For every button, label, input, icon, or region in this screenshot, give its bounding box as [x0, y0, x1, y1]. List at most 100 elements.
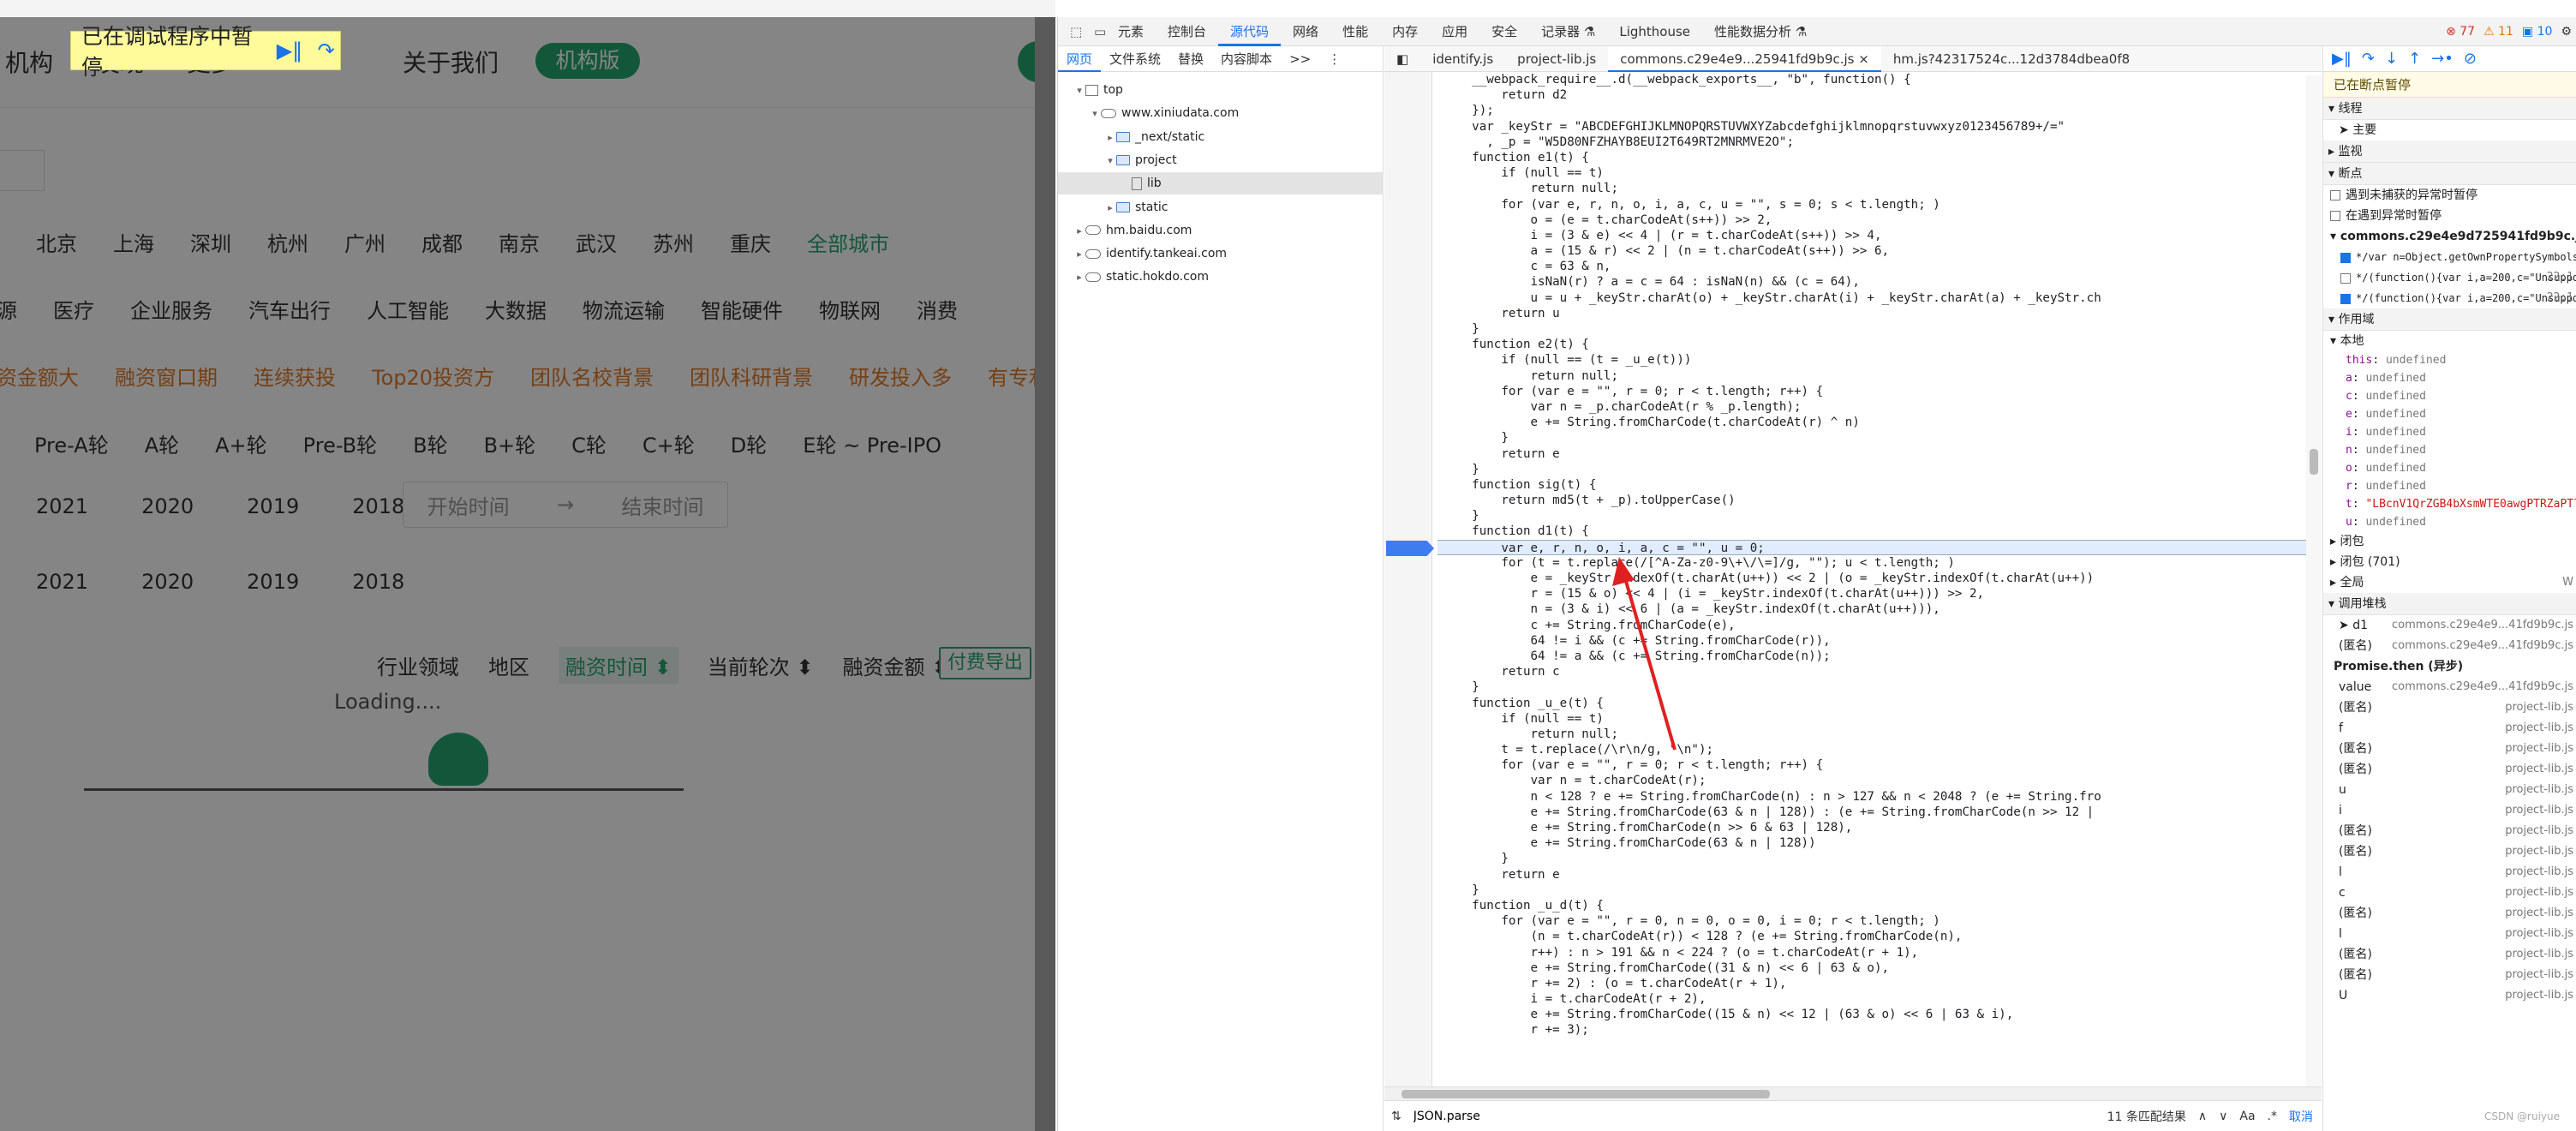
code-line[interactable]: return md5(t + _p).toUpperCase(): [1437, 493, 2320, 508]
scope-variable[interactable]: e: undefined: [2323, 405, 2576, 423]
code-line[interactable]: , _p = "W5D80NFZHAYB8EUI2T649RT2MNRMVE2O…: [1437, 135, 2320, 150]
tree-node[interactable]: ▾ project: [1058, 149, 1384, 171]
editor-vscroll[interactable]: [2306, 75, 2322, 1086]
devtools-tab[interactable]: 网络: [1281, 17, 1330, 46]
call-frame[interactable]: Promise.then (异步): [2323, 656, 2576, 677]
call-frame[interactable]: f project-lib.js: [2323, 718, 2576, 739]
pause-caught-option[interactable]: 在遇到异常时暂停: [2323, 206, 2576, 226]
tree-node[interactable]: ▾ top: [1058, 79, 1384, 101]
code-line[interactable]: }: [1437, 430, 2320, 446]
code-line[interactable]: if (null == (t = _u_e(t))): [1437, 352, 2320, 368]
checkbox[interactable]: [2330, 190, 2340, 200]
expand-toggle-icon[interactable]: ▾: [1089, 103, 1101, 125]
deactivate-breakpoints-icon[interactable]: ⊘: [2464, 50, 2477, 68]
code-line[interactable]: var n = t.charCodeAt(r);: [1437, 773, 2320, 788]
tree-node[interactable]: ▸ hm.baidu.com: [1058, 219, 1384, 242]
navigator-subtab[interactable]: >>: [1281, 46, 1319, 72]
code-line[interactable]: n = (3 & i) << 6 | (a = _keyStr.indexOf(…: [1437, 601, 2320, 617]
code-line[interactable]: }: [1437, 851, 2320, 866]
tree-node[interactable]: ▸ static.hokdo.com: [1058, 266, 1384, 288]
editor-tab[interactable]: project-lib.js: [1505, 46, 1608, 72]
call-frame[interactable]: (匿名) project-lib.js: [2323, 759, 2576, 780]
code-line[interactable]: function _u_e(t) {: [1437, 696, 2320, 711]
editor-tab[interactable]: identify.js: [1420, 46, 1505, 72]
bp-file-group[interactable]: ▾ commons.c29e4e9d725941fd9b9c.js: [2323, 226, 2576, 247]
threads-header[interactable]: ▾ 线程: [2323, 98, 2576, 120]
code-line[interactable]: }: [1437, 883, 2320, 898]
call-frame[interactable]: (匿名) project-lib.js: [2323, 697, 2576, 718]
step-over-icon[interactable]: ↷: [2362, 50, 2375, 68]
tree-node[interactable]: ▸ static: [1058, 196, 1384, 218]
code-line[interactable]: r++) : n > 191 && n < 224 ? (o = t.charC…: [1437, 945, 2320, 960]
code-line[interactable]: return null;: [1437, 368, 2320, 384]
call-frame[interactable]: (匿名) project-lib.js: [2323, 903, 2576, 924]
call-frame[interactable]: u project-lib.js: [2323, 780, 2576, 800]
code-line[interactable]: e += String.fromCharCode((15 & n) << 12 …: [1437, 1007, 2320, 1022]
pause-uncaught-option[interactable]: 遇到未捕获的异常时暂停: [2323, 185, 2576, 206]
code-line[interactable]: c = 63 & n,: [1437, 259, 2320, 274]
step-icon[interactable]: →•: [2431, 50, 2453, 68]
call-frame[interactable]: ➤ d1 commons.c29e4e9...41fd9b9c.js: [2323, 615, 2576, 636]
devtools-tab[interactable]: 应用: [1430, 17, 1479, 46]
call-frame[interactable]: c project-lib.js: [2323, 883, 2576, 903]
code-line[interactable]: r = (15 & o) << 4 | (i = _keyStr.indexOf…: [1437, 586, 2320, 601]
scope-variable[interactable]: this: undefined: [2323, 351, 2576, 369]
call-frame[interactable]: value commons.c29e4e9...41fd9b9c.js: [2323, 677, 2576, 697]
call-frame[interactable]: (匿名) project-lib.js: [2323, 739, 2576, 759]
code-line[interactable]: function e1(t) {: [1437, 150, 2320, 165]
local-scope-header[interactable]: ▾ 本地: [2323, 331, 2576, 351]
code-line[interactable]: var _keyStr = "ABCDEFGHIJKLMNOPQRSTUVWXY…: [1437, 119, 2320, 135]
code-line[interactable]: e += String.fromCharCode(n >> 6 & 63 | 1…: [1437, 820, 2320, 835]
devtools-tab[interactable]: 元素: [1106, 17, 1156, 46]
code-line[interactable]: e = _keyStr.indexOf(t.charAt(u++)) << 2 …: [1437, 571, 2320, 586]
source-code[interactable]: __webpack_require__.d(__webpack_exports_…: [1437, 72, 2320, 1086]
search-cancel-button[interactable]: 取消: [2289, 1108, 2313, 1125]
code-line[interactable]: r += 3);: [1437, 1022, 2320, 1038]
breakpoint-item[interactable]: */(function(){var i,a=200,c="Unsupported…: [2323, 288, 2576, 308]
search-next-icon[interactable]: ∨: [2219, 1110, 2227, 1123]
code-line[interactable]: a = (15 & r) << 2 | (n = t.charCodeAt(s+…: [1437, 243, 2320, 259]
code-line[interactable]: __webpack_require__.d(__webpack_exports_…: [1437, 72, 2320, 87]
code-line[interactable]: e += String.fromCharCode(63 & n | 128)): [1437, 835, 2320, 851]
code-line[interactable]: 64 != a && (c += String.fromCharCode(n))…: [1437, 649, 2320, 664]
search-prev-icon[interactable]: ∧: [2198, 1110, 2207, 1123]
devtools-tab[interactable]: 内存: [1380, 17, 1430, 46]
line-gutter[interactable]: [1384, 72, 1432, 1086]
scope-variable[interactable]: r: undefined: [2323, 477, 2576, 495]
error-count[interactable]: ⊗ 77: [2446, 25, 2475, 39]
warning-count[interactable]: ⚠ 11: [2483, 25, 2513, 39]
breakpoint-item[interactable]: */var n=Object.getOwnPropertySymbols,o=O…: [2323, 247, 2576, 267]
code-line[interactable]: }: [1437, 462, 2320, 477]
code-line[interactable]: isNaN(r) ? a = c = 64 : isNaN(n) && (c =…: [1437, 274, 2320, 290]
code-line[interactable]: function d1(t) {: [1437, 524, 2320, 539]
match-case-button[interactable]: Aa: [2239, 1110, 2255, 1123]
sidebar-toggle-icon[interactable]: ◧: [1384, 46, 1420, 72]
tree-node[interactable]: ▸ _next/static: [1058, 126, 1384, 148]
resume-icon[interactable]: ▶‖: [2332, 50, 2352, 68]
devtools-tab[interactable]: 安全: [1479, 17, 1529, 46]
code-line[interactable]: r += 2) : (o = t.charCodeAt(r + 1),: [1437, 976, 2320, 991]
checkbox[interactable]: [2340, 293, 2351, 304]
breakpoint-item[interactable]: */(function(){var i,a=200,c="Unsupported…: [2323, 267, 2576, 288]
checkbox[interactable]: [2330, 211, 2340, 221]
inspect-icon[interactable]: ⬚: [1058, 17, 1082, 46]
step-over-icon[interactable]: ↷: [312, 36, 340, 65]
expand-toggle-icon[interactable]: ▸: [1073, 243, 1085, 266]
code-line[interactable]: }: [1437, 679, 2320, 695]
code-line[interactable]: function e2(t) {: [1437, 337, 2320, 352]
device-toggle-icon[interactable]: ▭: [1082, 17, 1106, 46]
code-line[interactable]: for (var e = "", r = 0, n = 0, o = 0, i …: [1437, 913, 2320, 929]
code-line[interactable]: if (null == t): [1437, 711, 2320, 727]
code-line[interactable]: i = t.charCodeAt(r + 2),: [1437, 991, 2320, 1007]
step-out-icon[interactable]: ↑: [2408, 50, 2421, 68]
code-line[interactable]: });: [1437, 103, 2320, 118]
code-line[interactable]: var e, r, n, o, i, a, c = "", u = 0;: [1437, 539, 2320, 555]
code-line[interactable]: return c: [1437, 664, 2320, 679]
code-line[interactable]: return d2: [1437, 87, 2320, 103]
checkbox[interactable]: [2340, 252, 2351, 263]
call-frame[interactable]: (匿名) commons.c29e4e9...41fd9b9c.js: [2323, 636, 2576, 656]
checkbox[interactable]: [2340, 272, 2351, 284]
expand-toggle-icon[interactable]: ▸: [1073, 220, 1085, 242]
devtools-tab[interactable]: 性能数据分析 ⚗: [1702, 17, 1819, 46]
code-line[interactable]: return null;: [1437, 727, 2320, 742]
